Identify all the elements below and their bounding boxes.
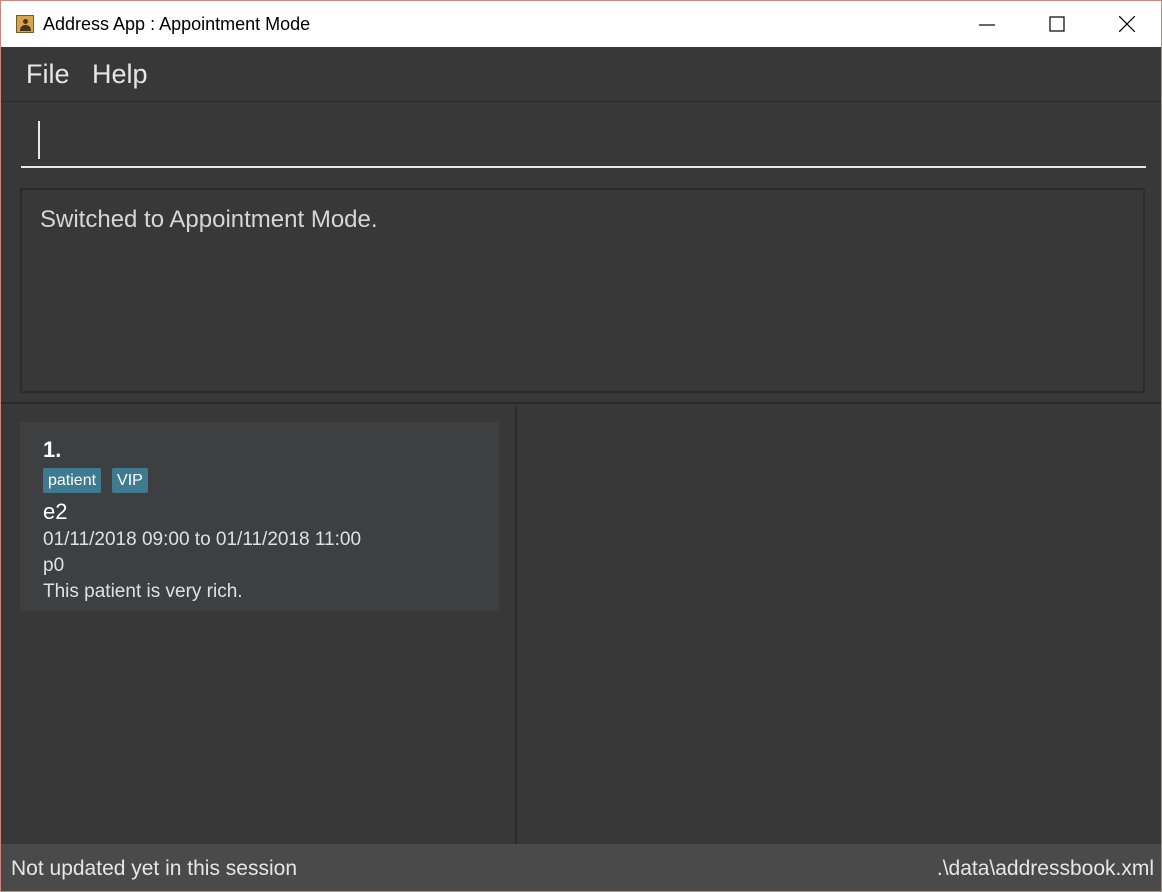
status-bar: Not updated yet in this session .\data\a… — [1, 844, 1161, 891]
title-bar[interactable]: Address App : Appointment Mode — [1, 1, 1161, 47]
window-title: Address App : Appointment Mode — [43, 14, 311, 34]
tag-list: patient VIP — [43, 468, 148, 493]
address-book-icon — [16, 15, 34, 33]
close-icon — [1119, 16, 1135, 32]
text-caret — [38, 121, 40, 159]
appointment-index: 1. — [43, 437, 62, 462]
save-location: .\data\addressbook.xml — [936, 857, 1154, 880]
minimize-button[interactable] — [952, 1, 1022, 47]
menu-file[interactable]: File — [26, 59, 70, 90]
maximize-icon — [1049, 16, 1065, 32]
minimize-icon — [979, 24, 995, 26]
appointment-note: This patient is very rich. — [43, 581, 243, 602]
result-display[interactable]: Switched to Appointment Mode. — [20, 188, 1145, 393]
tag-patient: patient — [43, 468, 102, 493]
detail-panel — [517, 404, 1161, 844]
app-window: Address App : Appointment Mode File Help… — [0, 0, 1162, 892]
appointment-title: e2 — [43, 499, 68, 524]
close-button[interactable] — [1092, 1, 1161, 47]
menu-bar: File Help — [1, 47, 1161, 102]
sync-status: Not updated yet in this session — [11, 857, 298, 880]
result-message: Switched to Appointment Mode. — [40, 206, 378, 233]
appointment-patient: p0 — [43, 555, 65, 576]
tag-vip: VIP — [112, 468, 148, 493]
appointment-card[interactable]: 1. patient VIP e2 01/11/2018 09:00 to 01… — [20, 422, 499, 611]
command-box — [1, 103, 1161, 183]
appointment-time: 01/11/2018 09:00 to 01/11/2018 11:00 — [43, 529, 362, 550]
maximize-button[interactable] — [1022, 1, 1092, 47]
menu-help[interactable]: Help — [92, 59, 148, 90]
command-input[interactable] — [21, 113, 1146, 168]
appointment-list-panel[interactable]: 1. patient VIP e2 01/11/2018 09:00 to 01… — [1, 404, 514, 844]
